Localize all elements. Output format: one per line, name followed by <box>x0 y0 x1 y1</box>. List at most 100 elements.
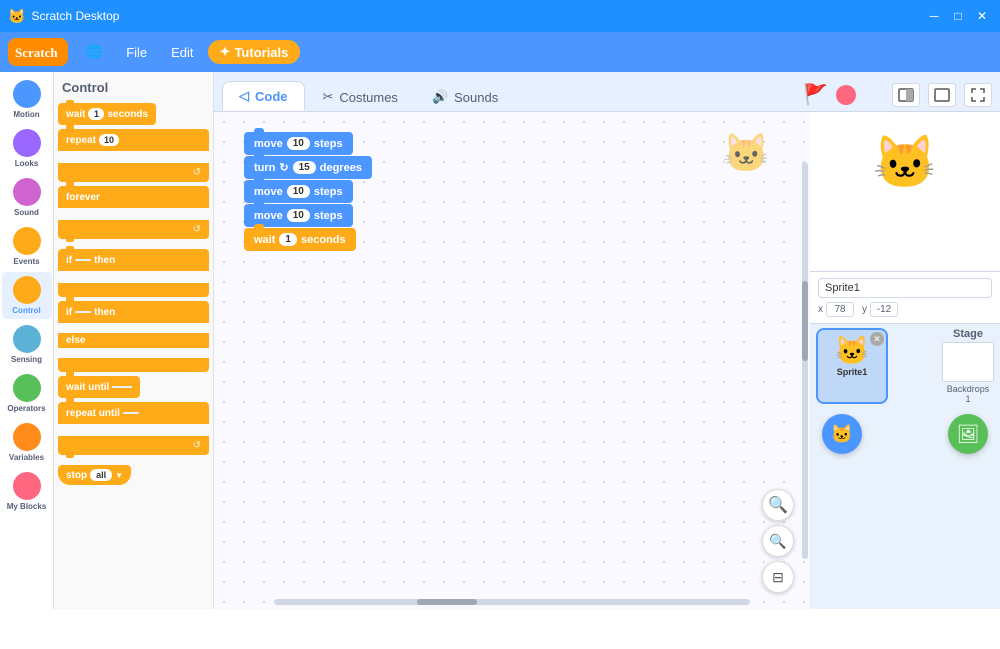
edit-menu[interactable]: Edit <box>161 41 203 64</box>
add-backdrop-button[interactable]: 🖼 <box>948 414 988 454</box>
tutorials-menu[interactable]: ✦ Tutorials <box>208 40 301 64</box>
looks-label: Looks <box>15 159 39 168</box>
costumes-label: Costumes <box>339 90 398 105</box>
layout-small-button[interactable] <box>892 83 920 107</box>
if-else-block[interactable]: if then else <box>58 301 209 372</box>
script-blocks-container: move 10 steps turn ↻ <box>244 132 372 251</box>
connector-top2 <box>254 152 264 157</box>
wait-until-text: wait until <box>66 382 109 393</box>
stop-input[interactable]: all <box>90 469 112 481</box>
menubar: Scratch 🌐 File Edit ✦ Tutorials <box>0 32 1000 72</box>
sprite-delete-button[interactable]: ✕ <box>870 332 884 346</box>
repeat-arrow: ↺ <box>193 167 201 178</box>
repeat-input[interactable]: 10 <box>99 134 119 146</box>
add-sprite-button[interactable]: 🐱 <box>822 414 862 454</box>
sidebar-item-control[interactable]: Control <box>2 272 52 319</box>
move3-text: move <box>254 210 283 222</box>
bottom-panel: 🐱 🖼 <box>810 408 1000 460</box>
sidebar-item-sensing[interactable]: Sensing <box>2 321 52 368</box>
stage-preview: 🐱 <box>810 112 1000 272</box>
layout-large-button[interactable] <box>928 83 956 107</box>
wait-block[interactable]: wait 1 seconds <box>58 103 209 125</box>
zoom-out-button[interactable]: 🔍 <box>762 525 794 557</box>
costumes-icon: ✂ <box>323 89 334 105</box>
fullscreen-button[interactable] <box>964 83 992 107</box>
connector-top4 <box>254 200 264 205</box>
wait-until-block[interactable]: wait until <box>58 376 209 398</box>
scratch-logo: Scratch <box>8 38 68 66</box>
x-value[interactable]: 78 <box>826 302 854 317</box>
sound-label: Sound <box>14 208 39 217</box>
move1-input[interactable]: 10 <box>287 137 310 150</box>
control-dot <box>13 276 41 304</box>
stage-thumbnail[interactable] <box>942 342 994 382</box>
sidebar-item-myblocks[interactable]: My Blocks <box>2 468 52 515</box>
categories-sidebar: Motion Looks Sound Events Control Sensin… <box>0 72 54 609</box>
close-button[interactable]: ✕ <box>972 6 992 26</box>
y-value[interactable]: -12 <box>870 302 898 317</box>
sounds-label: Sounds <box>454 90 498 105</box>
tab-costumes[interactable]: ✂ Costumes <box>307 83 414 111</box>
stage-label: Stage <box>942 328 994 340</box>
stop-text: stop <box>66 470 87 481</box>
minimize-button[interactable]: ─ <box>924 6 944 26</box>
if2-condition[interactable] <box>75 311 91 313</box>
move3-input[interactable]: 10 <box>287 209 310 222</box>
then2-text: then <box>94 307 115 318</box>
svg-text:Scratch: Scratch <box>15 45 58 60</box>
tab-sounds[interactable]: 🔊 Sounds <box>416 83 514 111</box>
block-wait1[interactable]: wait 1 seconds <box>244 228 372 251</box>
zoom-reset-icon: ⊟ <box>772 569 784 586</box>
variables-dot <box>13 423 41 451</box>
wait-input[interactable]: 1 <box>88 108 104 120</box>
zoom-reset-button[interactable]: ⊟ <box>762 561 794 593</box>
stop-button[interactable] <box>836 85 856 105</box>
sidebar-item-sound[interactable]: Sound <box>2 174 52 221</box>
if-then-block[interactable]: if then <box>58 249 209 297</box>
move2-input[interactable]: 10 <box>287 185 310 198</box>
wait-until-input[interactable] <box>112 386 132 388</box>
y-coord-group: y -12 <box>862 302 898 317</box>
file-menu[interactable]: File <box>116 41 157 64</box>
backdrops-label: Backdrops 1 <box>942 384 994 404</box>
wait-suffix: seconds <box>107 109 148 120</box>
vertical-scrollbar[interactable] <box>802 162 808 560</box>
green-flag-button[interactable]: 🚩 <box>803 82 828 107</box>
sprite-info: x 78 y -12 <box>810 272 1000 324</box>
turn-input[interactable]: 15 <box>293 161 316 174</box>
vertical-scrollbar-thumb[interactable] <box>802 281 808 361</box>
stop-dropdown[interactable]: ▼ <box>115 471 123 480</box>
looks-dot <box>13 129 41 157</box>
maximize-button[interactable]: □ <box>948 6 968 26</box>
horizontal-scrollbar-thumb[interactable] <box>417 599 477 605</box>
repeat-block[interactable]: repeat 10 ↺ <box>58 129 209 182</box>
repeat-text: repeat <box>66 135 96 146</box>
stage-controls: 🚩 <box>803 82 992 107</box>
script-area[interactable]: 🐱 move 10 steps <box>214 112 810 609</box>
sounds-icon: 🔊 <box>432 89 448 105</box>
sprite1-item[interactable]: ✕ 🐱 Sprite1 <box>816 328 888 404</box>
sidebar-item-variables[interactable]: Variables <box>2 419 52 466</box>
tab-code[interactable]: ◁ Code <box>222 81 305 111</box>
move3-suffix: steps <box>314 210 343 222</box>
stop-block[interactable]: stop all ▼ <box>58 465 209 485</box>
zoom-in-button[interactable]: 🔍 <box>762 489 794 521</box>
sprite-name-input[interactable] <box>818 278 992 298</box>
if-condition[interactable] <box>75 259 91 261</box>
right-panel: 🐱 x 78 y -12 <box>810 112 1000 609</box>
events-dot <box>13 227 41 255</box>
x-coord-group: x 78 <box>818 302 854 317</box>
sidebar-item-events[interactable]: Events <box>2 223 52 270</box>
titlebar-controls: ─ □ ✕ <box>924 6 992 26</box>
repeat-until-input[interactable] <box>123 412 139 414</box>
forever-block[interactable]: forever ↺ <box>58 186 209 239</box>
sidebar-item-operators[interactable]: Operators <box>2 370 52 417</box>
globe-menu[interactable]: 🌐 <box>76 40 112 64</box>
horizontal-scrollbar[interactable] <box>274 599 751 605</box>
control-label: Control <box>12 306 40 315</box>
wait1-input[interactable]: 1 <box>279 233 297 246</box>
zoom-out-icon: 🔍 <box>769 533 786 550</box>
sidebar-item-looks[interactable]: Looks <box>2 125 52 172</box>
repeat-until-block[interactable]: repeat until ↺ <box>58 402 209 455</box>
sidebar-item-motion[interactable]: Motion <box>2 76 52 123</box>
